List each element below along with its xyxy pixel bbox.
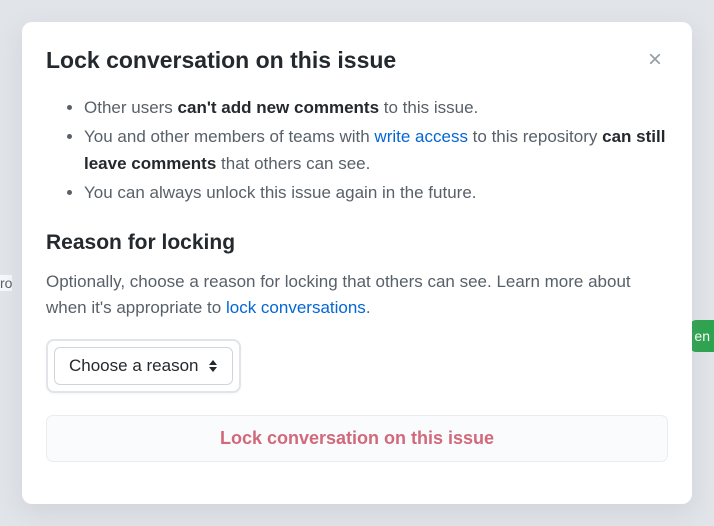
reason-select[interactable]: Choose a reason: [54, 347, 233, 385]
info-list: Other users can't add new comments to th…: [46, 94, 668, 207]
background-fragment-left: ro: [0, 275, 12, 291]
reason-select-highlight: Choose a reason: [46, 339, 241, 393]
text: Other users: [84, 98, 178, 117]
reason-heading: Reason for locking: [46, 231, 668, 255]
select-caret-icon: [208, 360, 218, 372]
background-fragment-right: en: [690, 320, 714, 352]
info-list-item: You can always unlock this issue again i…: [84, 179, 668, 206]
info-list-item: You and other members of teams with writ…: [84, 123, 668, 177]
lock-conversation-modal: Lock conversation on this issue Other us…: [22, 22, 692, 504]
lock-conversations-link[interactable]: lock conversations: [226, 298, 366, 317]
text-bold: can't add new comments: [178, 98, 379, 117]
text: .: [366, 298, 371, 317]
info-list-item: Other users can't add new comments to th…: [84, 94, 668, 121]
modal-header: Lock conversation on this issue: [46, 46, 668, 76]
close-icon: [646, 50, 664, 71]
write-access-link[interactable]: write access: [374, 127, 468, 146]
lock-conversation-button[interactable]: Lock conversation on this issue: [46, 415, 668, 462]
modal-title: Lock conversation on this issue: [46, 46, 396, 76]
text: You and other members of teams with: [84, 127, 374, 146]
reason-select-label: Choose a reason: [69, 356, 198, 376]
text: You can always unlock this issue again i…: [84, 183, 477, 202]
text: to this issue.: [379, 98, 478, 117]
close-button[interactable]: [642, 46, 668, 75]
reason-description: Optionally, choose a reason for locking …: [46, 269, 668, 322]
text: that others can see.: [216, 154, 370, 173]
text: to this repository: [468, 127, 602, 146]
